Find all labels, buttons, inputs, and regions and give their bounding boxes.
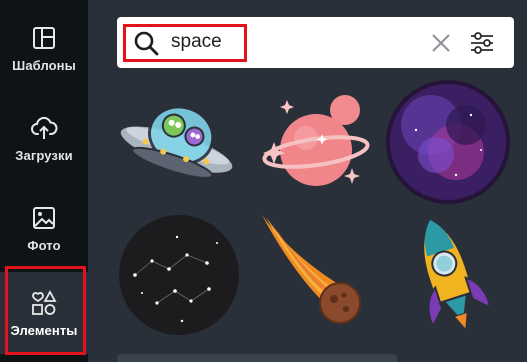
search-icon: [134, 31, 159, 56]
sidebar: Шаблоны Загрузки Фото Элементы: [0, 0, 88, 362]
elements-icon: [32, 289, 57, 315]
sidebar-item-photos[interactable]: Фото: [0, 188, 88, 268]
constellation-illustration: [119, 215, 239, 335]
meteor-illustration: [262, 215, 361, 324]
close-icon[interactable]: [430, 32, 452, 54]
galaxy-nebula-illustration: [386, 80, 510, 204]
result-meteor[interactable]: [252, 213, 377, 338]
search-input[interactable]: [169, 26, 423, 58]
upload-cloud-icon: [31, 116, 58, 139]
result-rocket[interactable]: [386, 213, 511, 338]
sidebar-item-label: Фото: [27, 237, 61, 253]
sidebar-item-templates[interactable]: Шаблоны: [0, 8, 88, 88]
sidebar-item-uploads[interactable]: Загрузки: [0, 98, 88, 178]
templates-icon: [33, 26, 55, 49]
filter-sliders-icon[interactable]: [469, 30, 495, 56]
sidebar-item-label: Шаблоны: [12, 57, 76, 73]
result-ufo-aliens[interactable]: [117, 80, 242, 205]
scrollbar[interactable]: [117, 354, 397, 362]
sidebar-item-elements[interactable]: Элементы: [0, 272, 88, 354]
result-pink-planet[interactable]: [252, 80, 377, 205]
ufo-aliens-illustration: [117, 105, 236, 179]
pink-planet-illustration: [262, 95, 370, 186]
result-galaxy-nebula[interactable]: [386, 80, 511, 205]
rocket-illustration: [422, 218, 492, 329]
result-constellation[interactable]: [117, 213, 242, 338]
photo-icon: [33, 206, 55, 229]
sidebar-item-label: Загрузки: [15, 147, 73, 163]
sidebar-item-label: Элементы: [10, 322, 78, 338]
